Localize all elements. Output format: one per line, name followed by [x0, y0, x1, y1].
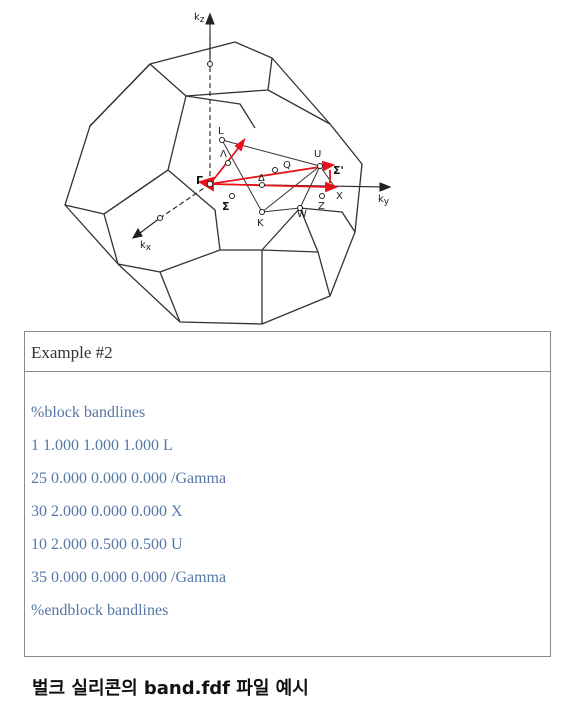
point-label-L: L — [218, 126, 224, 137]
kx-label: kx — [140, 240, 152, 253]
point-label-sigma-prime: Σ' — [333, 164, 344, 177]
kx-arrowhead — [131, 227, 143, 239]
code-line: 1 1.000 1.000 1.000 L — [31, 437, 173, 454]
point-markers — [157, 61, 325, 221]
point-label-delta: Δ — [258, 173, 265, 184]
point-label-q: Q — [283, 160, 291, 171]
code-line: %endblock bandlines — [31, 602, 169, 619]
code-line: 10 2.000 0.500 0.500 U — [31, 536, 183, 553]
point-label-sigma: Σ — [222, 200, 230, 213]
code-line: 25 0.000 0.000 0.000 /Gamma — [31, 470, 227, 487]
ky-label: ky — [378, 194, 390, 207]
figure-caption: 벌크 실리콘의 band.fdf 파일 예시 — [32, 678, 309, 699]
example-box: Example #2 %block bandlines 1 1.000 1.00… — [24, 331, 551, 657]
point-label-k: K — [257, 218, 264, 229]
point-label-z: Z — [318, 201, 325, 212]
brillouin-zone-figure: kz ky kx L Λ Γ Δ Q U Σ' X Σ K W Z — [64, 12, 392, 325]
point-label-u: U — [314, 149, 321, 160]
code-block: %block bandlines 1 1.000 1.000 1.000 L 2… — [25, 372, 550, 634]
point-label-x: X — [336, 191, 343, 202]
red-path — [197, 137, 339, 193]
code-line: %block bandlines — [31, 404, 146, 421]
point-label-gamma: Γ — [196, 174, 203, 187]
kz-arrowhead — [205, 12, 215, 25]
code-line: 30 2.000 0.000 0.000 X — [31, 503, 183, 520]
point-label-lambda: Λ — [220, 149, 227, 160]
point-label-w: W — [297, 209, 307, 220]
kz-label: kz — [194, 12, 205, 25]
example-title: Example #2 — [25, 332, 550, 372]
axes — [131, 12, 392, 239]
ky-arrowhead — [379, 182, 392, 192]
code-line: 35 0.000 0.000 0.000 /Gamma — [31, 569, 227, 586]
